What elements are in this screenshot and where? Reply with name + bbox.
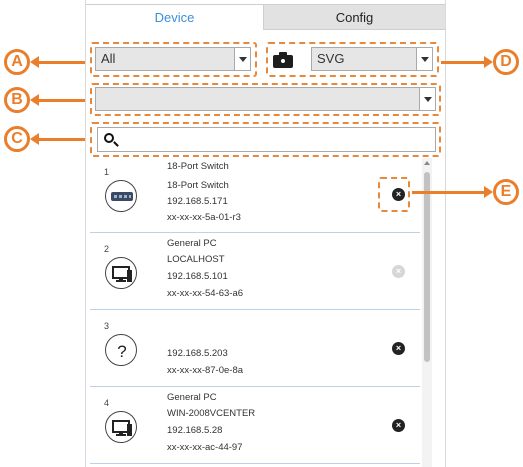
device-ip: 192.168.5.101	[167, 271, 228, 282]
svg-text:?: ?	[117, 342, 126, 361]
computer-icon	[105, 411, 137, 443]
callout-c-arrow	[37, 138, 85, 141]
device-list: 1 18-Port Switch 18-Port Switch 192.168.…	[90, 157, 420, 467]
device-type: General PC	[167, 392, 217, 403]
arrow-left-icon	[30, 56, 39, 68]
list-item[interactable]: 3 ? 192.168.5.203 xx-xx-xx-87-0e-8a ×	[90, 311, 420, 387]
device-mac: xx-xx-xx-87-0e-8a	[167, 365, 244, 376]
device-ip: 192.168.5.171	[167, 196, 228, 207]
callout-c-badge: C	[4, 126, 30, 152]
device-index: 4	[104, 398, 110, 408]
callout-c-highlight	[90, 122, 441, 157]
arrow-right-icon	[484, 186, 493, 198]
remove-device-icon[interactable]: ×	[392, 342, 405, 355]
callout-d-arrow	[441, 61, 485, 64]
computer-icon	[105, 257, 137, 289]
callout-e-badge: E	[493, 179, 519, 205]
network-switch-icon	[105, 180, 137, 212]
callout-e-highlight	[378, 177, 410, 212]
device-name: 18-Port Switch	[167, 180, 229, 191]
list-item[interactable]: 2 General PC LOCALHOST 192.168.5.101 xx-…	[90, 234, 420, 310]
callout-a-arrow	[37, 61, 85, 64]
list-scrollbar[interactable]	[422, 158, 432, 467]
tab-device[interactable]: Device	[86, 4, 264, 30]
callout-d-badge: D	[493, 49, 519, 75]
device-mac: xx-xx-xx-ac-44-97	[167, 442, 243, 453]
callout-b-highlight	[90, 83, 441, 116]
arrow-right-icon	[484, 56, 493, 68]
remove-device-icon[interactable]: ×	[392, 419, 405, 432]
callout-d-highlight	[266, 42, 439, 77]
remove-device-icon[interactable]: ×	[392, 265, 405, 278]
scrollbar-thumb[interactable]	[424, 172, 430, 362]
tab-bar: Device Config	[86, 0, 445, 30]
device-mac: xx-xx-xx-54-63-a6	[167, 288, 244, 299]
arrow-left-icon	[30, 133, 39, 145]
device-ip: 192.168.5.203	[167, 348, 228, 359]
device-name: LOCALHOST	[167, 254, 225, 265]
callout-b-badge: B	[4, 87, 30, 113]
device-index: 3	[104, 321, 110, 331]
device-mac: xx-xx-xx-5a-01-r3	[167, 212, 241, 223]
scroll-up-icon[interactable]	[424, 161, 430, 165]
device-name: WIN-2008VCENTER	[167, 408, 256, 419]
callout-a-badge: A	[4, 49, 30, 75]
device-index: 2	[104, 244, 110, 254]
callout-e-arrow	[412, 191, 485, 194]
arrow-left-icon	[30, 94, 39, 106]
device-index: 1	[104, 167, 110, 177]
callout-a-highlight	[90, 42, 257, 77]
device-type: General PC	[167, 238, 217, 249]
unknown-device-icon: ?	[105, 334, 137, 366]
tab-config[interactable]: Config	[264, 4, 445, 30]
callout-b-arrow	[37, 99, 85, 102]
device-ip: 192.168.5.28	[167, 425, 223, 436]
device-type: 18-Port Switch	[167, 161, 229, 172]
list-item[interactable]: 4 General PC WIN-2008VCENTER 192.168.5.2…	[90, 388, 420, 464]
list-item[interactable]: 1 18-Port Switch 18-Port Switch 192.168.…	[90, 157, 420, 233]
